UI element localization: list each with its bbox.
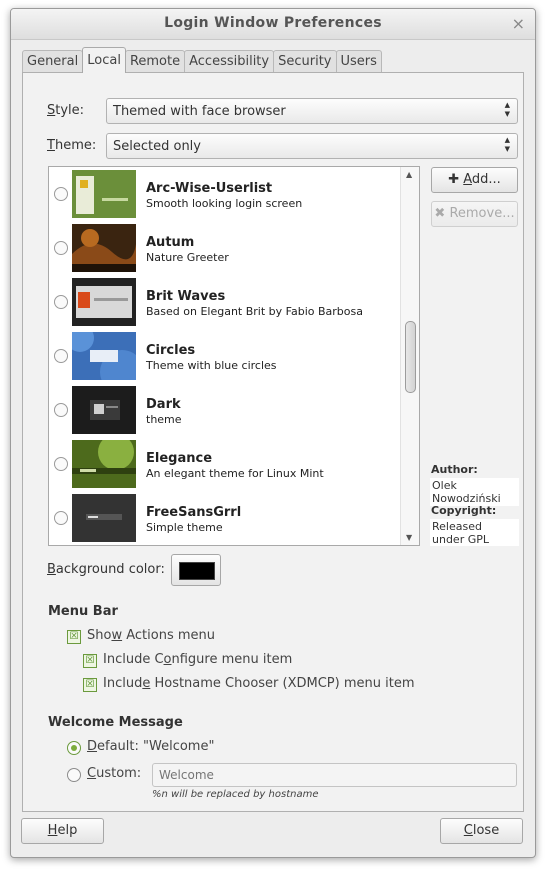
copyright-label: Copyright: (431, 504, 497, 517)
theme-radio[interactable] (54, 241, 68, 255)
include-hostname-chooser-checkbox[interactable]: ☒ (83, 678, 97, 692)
theme-thumbnail (72, 332, 136, 380)
theme-description: Simple theme (146, 521, 223, 534)
tab-remote[interactable]: Remote (124, 50, 186, 73)
tab-users[interactable]: Users (335, 50, 382, 73)
add-theme-button[interactable]: ✚ Add... (431, 167, 518, 193)
custom-welcome-input[interactable] (159, 768, 499, 782)
custom-welcome-label: Custom: (87, 766, 142, 781)
theme-description: Based on Elegant Brit by Fabio Barbosa (146, 305, 363, 318)
theme-name: Brit Waves (146, 289, 226, 304)
style-combobox[interactable]: Themed with face browser ▲ ▼ (106, 98, 518, 124)
scroll-down-arrow-icon[interactable]: ▼ (406, 533, 412, 542)
copyright-value: Released under GPL (430, 519, 519, 546)
theme-thumbnail (72, 170, 136, 218)
scrollbar-thumb[interactable] (405, 321, 416, 393)
custom-welcome-radio[interactable] (67, 768, 81, 782)
theme-name: Dark (146, 397, 181, 412)
default-welcome-label: Default: "Welcome" (87, 739, 215, 754)
theme-row[interactable]: Arc-Wise-Userlist Smooth looking login s… (49, 167, 399, 221)
include-hostname-chooser-label: Include Hostname Chooser (XDMCP) menu it… (103, 676, 415, 691)
remove-theme-button[interactable]: ✖ Remove... (431, 201, 518, 227)
theme-thumbnail (72, 278, 136, 326)
theme-row[interactable]: Elegance An elegant theme for Linux Mint (49, 437, 399, 491)
include-configure-label: Include Configure menu item (103, 652, 293, 667)
theme-name: Elegance (146, 451, 213, 466)
background-color-label: Background color: (47, 562, 165, 577)
background-color-button[interactable] (171, 554, 221, 586)
default-welcome-radio[interactable] (67, 741, 81, 755)
theme-thumbnail (72, 224, 136, 272)
theme-row[interactable]: Brit Waves Based on Elegant Brit by Fabi… (49, 275, 399, 329)
scroll-up-arrow-icon[interactable]: ▲ (406, 170, 412, 179)
theme-list[interactable]: Arc-Wise-Userlist Smooth looking login s… (48, 166, 420, 546)
plus-icon: ✚ (448, 172, 460, 187)
welcome-message-heading: Welcome Message (48, 715, 183, 730)
theme-radio[interactable] (54, 349, 68, 363)
help-button[interactable]: Help (21, 818, 104, 844)
theme-thumbnail (72, 440, 136, 488)
close-button[interactable]: Close (440, 818, 523, 844)
color-swatch (179, 562, 215, 580)
theme-row[interactable]: FreeSansGrrl Simple theme (49, 491, 399, 545)
tab-bar: General Local Remote Accessibility Secur… (22, 47, 382, 73)
theme-description: theme (146, 413, 182, 426)
style-label: Style: (47, 103, 85, 118)
theme-thumbnail (72, 386, 136, 434)
remove-icon: ✖ (434, 206, 446, 221)
tab-local[interactable]: Local (82, 47, 126, 73)
theme-name: FreeSansGrrl (146, 505, 242, 520)
tab-accessibility[interactable]: Accessibility (184, 50, 275, 73)
theme-description: Theme with blue circles (146, 359, 277, 372)
include-configure-checkbox[interactable]: ☒ (83, 654, 97, 668)
login-window-preferences-dialog: Login Window Preferences × General Local… (10, 8, 536, 858)
titlebar: Login Window Preferences × (11, 9, 535, 40)
theme-radio[interactable] (54, 295, 68, 309)
show-actions-menu-label: Show Actions menu (87, 628, 215, 643)
author-value: Olek Nowodziński (430, 478, 519, 506)
theme-description: Smooth looking login screen (146, 197, 303, 210)
theme-row[interactable]: Dark theme (49, 383, 399, 437)
style-value: Themed with face browser (113, 104, 286, 119)
show-actions-menu-checkbox[interactable]: ☒ (67, 630, 81, 644)
theme-radio[interactable] (54, 187, 68, 201)
author-label: Author: (431, 463, 478, 476)
custom-welcome-entry-box (152, 763, 517, 787)
theme-list-scrollbar[interactable]: ▲ ▼ (400, 167, 419, 545)
theme-row[interactable]: Circles Theme with blue circles (49, 329, 399, 383)
theme-thumbnail (72, 494, 136, 542)
theme-description: An elegant theme for Linux Mint (146, 467, 324, 480)
menu-bar-heading: Menu Bar (48, 604, 118, 619)
theme-combobox[interactable]: Selected only ▲ ▼ (106, 133, 518, 159)
close-icon[interactable]: × (512, 14, 525, 33)
theme-radio[interactable] (54, 457, 68, 471)
theme-name: Arc-Wise-Userlist (146, 181, 273, 196)
theme-row[interactable]: Autum Nature Greeter (49, 221, 399, 275)
theme-description: Nature Greeter (146, 251, 229, 264)
theme-name: Autum (146, 235, 195, 250)
theme-label: Theme: (47, 138, 97, 153)
theme-radio[interactable] (54, 403, 68, 417)
tab-security[interactable]: Security (273, 50, 337, 73)
updown-arrows-icon: ▲ ▼ (504, 101, 510, 118)
local-tab-panel: Style: Themed with face browser ▲ ▼ Theme… (22, 72, 524, 812)
updown-arrows-icon: ▲ ▼ (504, 136, 510, 153)
hostname-hint: %n will be replaced by hostname (152, 789, 319, 800)
window-title: Login Window Preferences (164, 15, 382, 31)
tab-general[interactable]: General (22, 50, 84, 73)
theme-value: Selected only (113, 139, 201, 154)
theme-name: Circles (146, 343, 196, 358)
theme-radio[interactable] (54, 511, 68, 525)
